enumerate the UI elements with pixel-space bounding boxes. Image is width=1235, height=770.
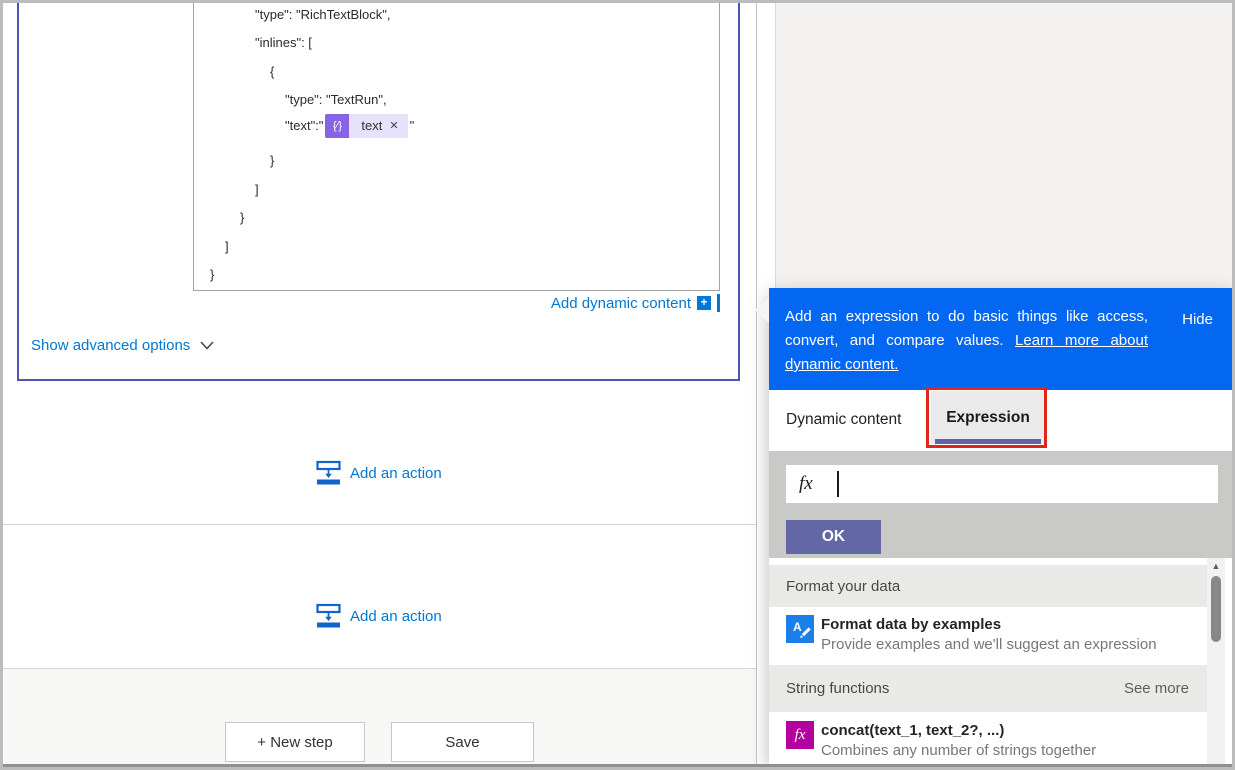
- dynamic-content-flyout: Add an expression to do basic things lik…: [755, 288, 1232, 764]
- expression-tab-underline: [935, 439, 1041, 444]
- add-action-icon: [316, 603, 341, 628]
- power-automate-designer: "type": "RichTextBlock", "inlines": [ { …: [0, 0, 1235, 770]
- code-line: {: [270, 64, 275, 79]
- code-line: }: [240, 210, 245, 225]
- tab-expression[interactable]: Expression: [931, 391, 1045, 444]
- add-dynamic-content-link[interactable]: Add dynamic content: [551, 295, 691, 312]
- hide-button[interactable]: Hide: [1182, 311, 1213, 328]
- banner-line: dynamic content.: [785, 353, 1148, 377]
- item-description: Combines any number of strings together: [821, 742, 1097, 759]
- fx-icon: fx: [799, 473, 813, 494]
- new-step-button[interactable]: + New step: [225, 722, 365, 762]
- code-line: "type": "RichTextBlock",: [255, 7, 391, 22]
- format-data-by-examples-item[interactable]: A Format data by examples Provide exampl…: [769, 607, 1207, 665]
- code-line: "text":" {⁄} text ✕ ": [285, 113, 414, 139]
- scroll-up-icon[interactable]: ▲: [1207, 561, 1225, 571]
- token-remove-icon[interactable]: ✕: [389, 117, 398, 135]
- banner-line: convert, and compare values. Learn more …: [785, 332, 1148, 349]
- letter-a-glyph: A: [793, 620, 802, 634]
- learn-more-link[interactable]: dynamic content.: [785, 356, 898, 373]
- code-line: }: [270, 153, 275, 168]
- dynamic-content-token-icon: {⁄}: [325, 114, 350, 138]
- section-header-format-your-data: Format your data: [769, 565, 1207, 607]
- right-pane-background: [757, 3, 1232, 288]
- code-line: ]: [255, 182, 259, 197]
- item-title: Format data by examples: [821, 616, 1002, 633]
- add-an-action-button[interactable]: Add an action: [316, 460, 442, 486]
- fx-function-icon: fx: [786, 721, 814, 749]
- code-line: "type": "TextRun",: [285, 92, 387, 107]
- tab-dynamic-content[interactable]: Dynamic content: [786, 411, 901, 429]
- code-line: }: [210, 267, 215, 282]
- flyout-tabbar: Dynamic content Expression: [769, 387, 1232, 451]
- text-caret: [717, 294, 720, 312]
- item-title: concat(text_1, text_2?, ...): [821, 722, 1005, 739]
- callout-arrow: [755, 297, 769, 323]
- format-by-examples-icon: A: [786, 615, 814, 643]
- input-caret: [836, 471, 839, 497]
- plus-icon[interactable]: +: [697, 296, 711, 310]
- add-an-action-button[interactable]: Add an action: [316, 603, 442, 629]
- bottom-scroll-strip: [3, 764, 1232, 767]
- chevron-down-icon: [200, 341, 214, 350]
- concat-function-item[interactable]: fx concat(text_1, text_2?, ...) Combines…: [769, 712, 1207, 764]
- expression-input[interactable]: fx: [786, 465, 1218, 503]
- ok-button[interactable]: OK: [786, 520, 881, 554]
- see-more-link[interactable]: See more: [1124, 680, 1189, 697]
- section-header-string-functions: String functions See more: [769, 665, 1207, 712]
- banner-line: Add an expression to do basic things lik…: [785, 308, 1148, 325]
- section-divider: [3, 524, 756, 525]
- expression-editor-section: fx OK: [769, 451, 1232, 558]
- code-line: "inlines": [: [255, 35, 312, 50]
- function-list: Format your data A Format data by exampl…: [769, 558, 1232, 764]
- add-action-icon: [316, 460, 341, 485]
- scrollbar-thumb[interactable]: [1211, 576, 1221, 642]
- dynamic-content-token[interactable]: text ✕: [349, 114, 408, 138]
- learn-more-link[interactable]: Learn more about: [1015, 332, 1148, 349]
- code-line: ]: [225, 239, 229, 254]
- show-advanced-options-link[interactable]: Show advanced options: [31, 337, 214, 354]
- designer-footer: [3, 669, 756, 764]
- item-description: Provide examples and we'll suggest an ex…: [821, 636, 1157, 653]
- json-input[interactable]: "type": "RichTextBlock", "inlines": [ { …: [193, 3, 720, 291]
- expression-info-banner: Add an expression to do basic things lik…: [769, 288, 1232, 390]
- scrollbar-track[interactable]: ▲: [1207, 558, 1225, 764]
- save-button[interactable]: Save: [391, 722, 534, 762]
- right-pane-gray-area: [775, 3, 1232, 288]
